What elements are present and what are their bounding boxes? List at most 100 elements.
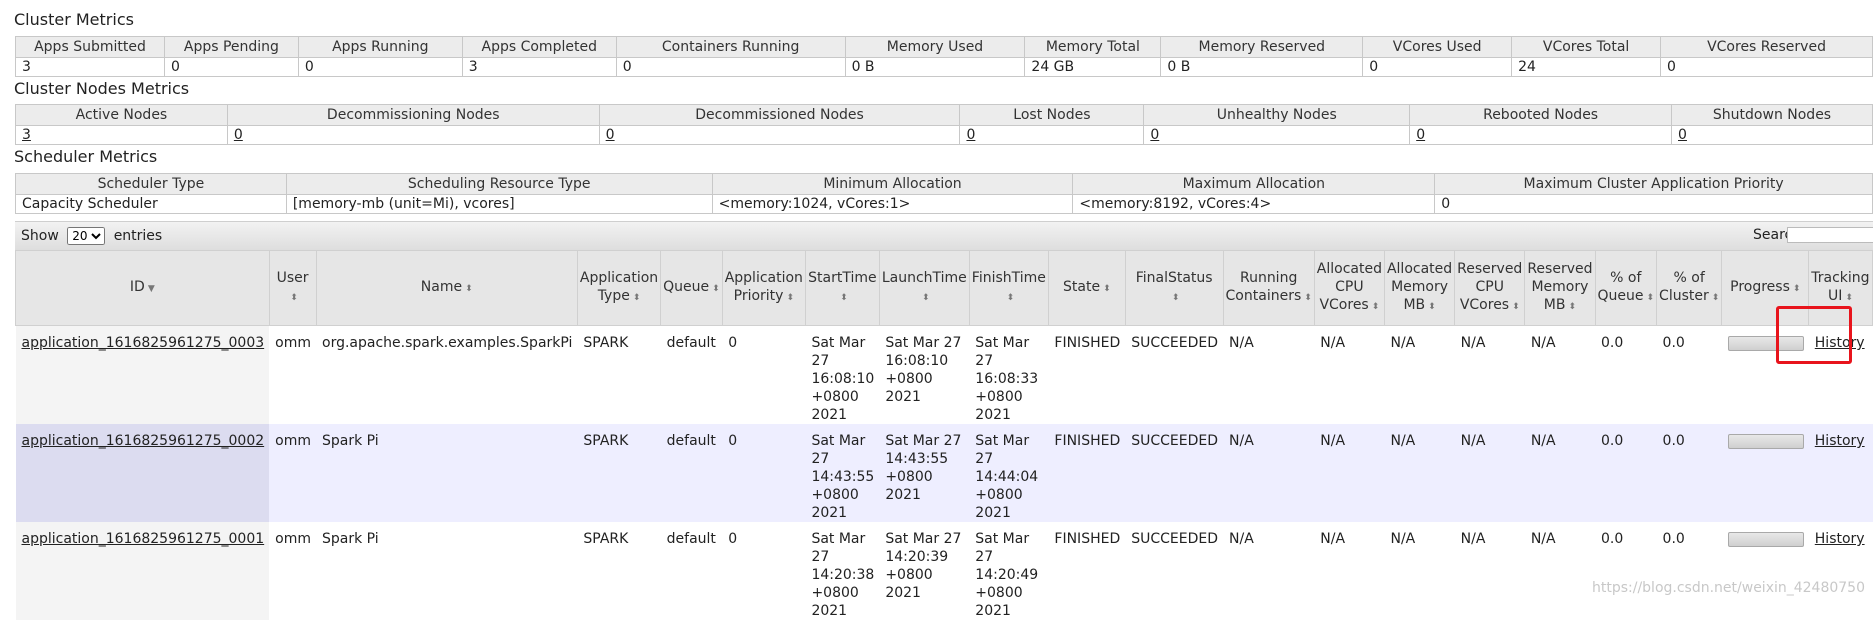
table-row: application_1616825961275_0001ommSpark P…	[16, 522, 1873, 620]
column-header-application-type[interactable]: Application Type⬍	[577, 251, 660, 326]
column-header-id[interactable]: ID▼	[16, 251, 270, 326]
running-containers-cell: N/A	[1223, 522, 1314, 620]
user-cell: omm	[269, 326, 316, 425]
queue-cell: default	[661, 326, 723, 425]
launch-time-cell: Sat Mar 27 14:20:39 +0800 2021	[879, 522, 969, 620]
apps-running-header: Apps Running	[298, 37, 462, 58]
name-cell: Spark Pi	[316, 522, 577, 620]
priority-cell: 0	[722, 522, 805, 620]
apps-submitted-header: Apps Submitted	[16, 37, 165, 58]
sort-icon: ⬍	[1428, 302, 1436, 312]
sort-icon: ⬍	[1103, 284, 1111, 294]
shutdown-nodes-header: Shutdown Nodes	[1672, 105, 1873, 126]
entries-select[interactable]: 20	[67, 227, 105, 245]
scheduler-metrics-table: Scheduler Type Scheduling Resource Type …	[15, 173, 1873, 214]
column-header-application-priority[interactable]: Application Priority⬍	[722, 251, 805, 326]
app-id-link[interactable]: application_1616825961275_0001	[22, 531, 265, 547]
percent-cluster-cell: 0.0	[1657, 424, 1722, 522]
active-nodes-link[interactable]: 3	[22, 127, 31, 143]
search-input[interactable]	[1787, 227, 1873, 243]
percent-queue-cell: 0.0	[1595, 424, 1657, 522]
cluster-metrics-table: Apps Submitted Apps Pending Apps Running…	[15, 36, 1873, 77]
memory-total-value: 24 GB	[1025, 58, 1161, 77]
scheduling-resource-type-header: Scheduling Resource Type	[286, 174, 712, 195]
table-toolbar: Show 20 entries Search:	[15, 221, 1873, 250]
rebooted-nodes-header: Rebooted Nodes	[1410, 105, 1672, 126]
memory-reserved-header: Memory Reserved	[1161, 37, 1363, 58]
app-id-link[interactable]: application_1616825961275_0002	[22, 433, 265, 449]
lost-nodes-link[interactable]: 0	[966, 127, 975, 143]
unhealthy-nodes-header: Unhealthy Nodes	[1144, 105, 1410, 126]
history-link[interactable]: History	[1815, 433, 1865, 449]
unhealthy-nodes-link[interactable]: 0	[1150, 127, 1159, 143]
percent-queue-cell: 0.0	[1595, 326, 1657, 425]
type-cell: SPARK	[577, 326, 660, 425]
vcores-reserved-header: VCores Reserved	[1661, 37, 1873, 58]
vcores-used-header: VCores Used	[1363, 37, 1512, 58]
memory-total-header: Memory Total	[1025, 37, 1161, 58]
apps-running-value: 0	[298, 58, 462, 77]
apps-submitted-value: 3	[16, 58, 165, 77]
column-header-percent-of-queue[interactable]: % of Queue⬍	[1595, 251, 1657, 326]
column-header-state[interactable]: State⬍	[1048, 251, 1125, 326]
column-header-running-containers[interactable]: Running Containers⬍	[1223, 251, 1314, 326]
column-header-reserved-memory[interactable]: Reserved Memory MB⬍	[1525, 251, 1595, 326]
nodes-metrics-title: Cluster Nodes Metrics	[14, 79, 189, 98]
sort-icon: ⬍	[840, 293, 848, 303]
vcores-total-value: 24	[1512, 58, 1661, 77]
rebooted-nodes-link[interactable]: 0	[1416, 127, 1425, 143]
column-header-queue[interactable]: Queue⬍	[661, 251, 723, 326]
app-id-link[interactable]: application_1616825961275_0003	[22, 335, 265, 351]
containers-running-value: 0	[616, 58, 845, 77]
sort-icon: ⬍	[633, 293, 641, 303]
column-header-final-status[interactable]: FinalStatus⬍	[1125, 251, 1223, 326]
scheduler-type-value: Capacity Scheduler	[16, 195, 287, 214]
table-row: application_1616825961275_0003ommorg.apa…	[16, 326, 1873, 425]
column-header-allocated-memory[interactable]: Allocated Memory MB⬍	[1384, 251, 1454, 326]
priority-cell: 0	[722, 326, 805, 425]
reserved-memory-cell: N/A	[1525, 522, 1595, 620]
column-header-allocated-vcores[interactable]: Allocated CPU VCores⬍	[1314, 251, 1384, 326]
allocated-vcores-cell: N/A	[1314, 424, 1384, 522]
user-cell: omm	[269, 522, 316, 620]
sort-icon: ⬍	[1568, 302, 1576, 312]
entries-control: Show 20 entries	[21, 227, 162, 245]
containers-running-header: Containers Running	[616, 37, 845, 58]
percent-cluster-cell: 0.0	[1657, 326, 1722, 425]
column-header-user[interactable]: User⬍	[269, 251, 316, 326]
state-cell: FINISHED	[1048, 424, 1125, 522]
allocated-memory-cell: N/A	[1384, 522, 1454, 620]
finish-time-cell: Sat Mar 27 16:08:33 +0800 2021	[969, 326, 1048, 425]
decommissioned-nodes-link[interactable]: 0	[606, 127, 615, 143]
final-status-cell: SUCCEEDED	[1125, 424, 1223, 522]
max-cluster-app-priority-value: 0	[1435, 195, 1873, 214]
tracking-ui-highlight-box	[1776, 306, 1852, 364]
history-link[interactable]: History	[1815, 531, 1865, 547]
watermark: https://blog.csdn.net/weixin_42480750	[1592, 580, 1865, 596]
column-header-finish-time[interactable]: FinishTime⬍	[969, 251, 1048, 326]
sort-icon: ⬍	[786, 293, 794, 303]
column-header-name[interactable]: Name⬍	[316, 251, 577, 326]
column-header-percent-of-cluster[interactable]: % of Cluster⬍	[1657, 251, 1722, 326]
maximum-allocation-header: Maximum Allocation	[1073, 174, 1435, 195]
memory-used-header: Memory Used	[845, 37, 1025, 58]
memory-used-value: 0 B	[845, 58, 1025, 77]
maximum-allocation-value: <memory:8192, vCores:4>	[1073, 195, 1435, 214]
shutdown-nodes-link[interactable]: 0	[1678, 127, 1687, 143]
progress-bar	[1728, 434, 1804, 449]
finish-time-cell: Sat Mar 27 14:20:49 +0800 2021	[969, 522, 1048, 620]
reserved-memory-cell: N/A	[1525, 326, 1595, 425]
final-status-cell: SUCCEEDED	[1125, 522, 1223, 620]
column-header-start-time[interactable]: StartTime⬍	[805, 251, 879, 326]
column-header-reserved-vcores[interactable]: Reserved CPU VCores⬍	[1455, 251, 1525, 326]
start-time-cell: Sat Mar 27 16:08:10 +0800 2021	[805, 326, 879, 425]
applications-table: ID▼ User⬍ Name⬍ Application Type⬍ Queue⬍…	[15, 250, 1873, 620]
decommissioning-nodes-link[interactable]: 0	[234, 127, 243, 143]
column-header-launch-time[interactable]: LaunchTime⬍	[879, 251, 969, 326]
sort-icon: ⬍	[1793, 284, 1801, 294]
apps-pending-value: 0	[164, 58, 298, 77]
scheduler-metrics-title: Scheduler Metrics	[14, 147, 157, 166]
lost-nodes-header: Lost Nodes	[960, 105, 1144, 126]
apps-completed-value: 3	[462, 58, 616, 77]
reserved-vcores-cell: N/A	[1455, 424, 1525, 522]
